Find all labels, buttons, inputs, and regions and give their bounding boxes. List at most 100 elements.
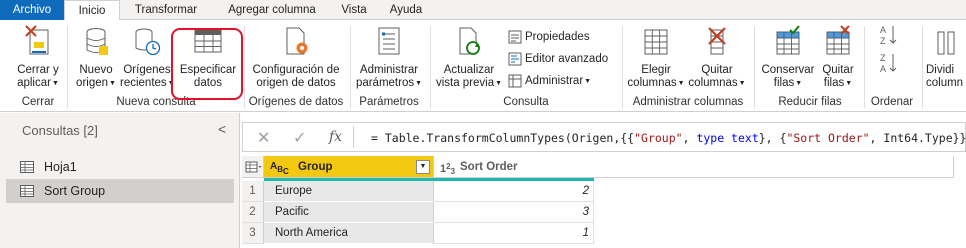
close-apply-button[interactable]: Cerrar y aplicar▼: [14, 24, 62, 94]
cell-group[interactable]: North America: [264, 223, 434, 244]
cell-sort-order[interactable]: 3: [434, 202, 594, 223]
split-column-label-2: column: [926, 77, 964, 89]
cancel-icon[interactable]: ✕: [257, 128, 270, 148]
column-filter-dropdown[interactable]: ▼: [416, 160, 430, 174]
recent-sources-icon: [135, 28, 161, 56]
svg-text:Z: Z: [880, 36, 886, 46]
cell-sort-order[interactable]: 1: [434, 223, 594, 244]
choose-columns-icon: [644, 29, 668, 55]
formula-bar[interactable]: ✕ ✓ fx = Table.TransformColumnTypes(Orig…: [242, 122, 966, 152]
close-apply-label-1: Cerrar y: [17, 64, 59, 76]
cell-sort-order[interactable]: 2: [434, 181, 594, 202]
advanced-editor-icon: [508, 52, 522, 66]
sort-descending-icon: Z A: [880, 53, 897, 74]
row-number: 1: [242, 181, 264, 202]
column-header-sort-order[interactable]: 123 Sort Order: [434, 156, 954, 178]
highlight-annotation: [171, 28, 243, 100]
cell-group[interactable]: Europe: [264, 181, 434, 202]
manage-parameters-label-2: parámetros: [355, 77, 415, 89]
group-label-parameters: Parámetros: [359, 96, 419, 108]
remove-columns-button[interactable]: Quitar columnas▼: [688, 24, 746, 94]
group-label-close: Cerrar: [21, 96, 55, 108]
table-icon: [20, 161, 34, 173]
close-apply-icon: [25, 25, 49, 55]
group-divider: [754, 26, 755, 108]
table-row: 2 Pacific 3: [242, 202, 954, 223]
recent-sources-label-1: Orígenes: [123, 64, 171, 76]
recent-sources-button[interactable]: Orígenes recientes▼: [120, 24, 175, 94]
remove-rows-icon: [826, 25, 850, 55]
data-source-settings-label-2: origen de datos: [256, 77, 336, 89]
row-number: 2: [242, 202, 264, 223]
ribbon: Cerrar y aplicar▼ Cerrar Nuevo origen▼ O…: [0, 20, 966, 112]
group-label-sort: Ordenar: [870, 96, 914, 108]
chevron-down-icon: ▼: [845, 80, 853, 87]
data-source-settings-label-1: Configuración de: [252, 64, 340, 76]
new-source-button[interactable]: Nuevo origen▼: [72, 24, 120, 94]
formula-keyword: type text: [696, 131, 759, 145]
table-icon: [20, 185, 34, 197]
manage-button[interactable]: Administrar▼: [508, 72, 591, 90]
keep-rows-button[interactable]: Conservar filas▼: [758, 24, 818, 94]
chevron-down-icon: ▼: [109, 80, 116, 87]
remove-columns-label-1: Quitar: [701, 64, 733, 76]
manage-parameters-button[interactable]: Administrar parámetros▼: [354, 24, 424, 94]
remove-rows-button[interactable]: Quitar filas▼: [818, 24, 858, 94]
formula-part: ,: [682, 131, 697, 145]
cell-group[interactable]: Pacific: [264, 202, 434, 223]
chevron-down-icon: ▼: [415, 80, 423, 87]
tab-add-column[interactable]: Agregar columna: [216, 0, 328, 20]
group-divider: [864, 26, 865, 108]
tab-view[interactable]: Vista: [332, 0, 376, 20]
data-source-settings-button[interactable]: Configuración de origen de datos: [248, 24, 344, 94]
refresh-preview-label-2: vista previa: [435, 77, 495, 89]
group-divider: [350, 26, 351, 108]
refresh-preview-button[interactable]: Actualizar vista previa▼: [434, 24, 504, 94]
column-header-label: Group: [298, 161, 333, 173]
properties-label: Propiedades: [525, 31, 590, 43]
remove-columns-icon: [708, 27, 726, 55]
formula-string: "Sort Order": [786, 131, 870, 145]
formula-part: }, {: [758, 131, 787, 145]
properties-button[interactable]: Propiedades: [508, 28, 590, 46]
choose-columns-label-1: Elegir: [641, 64, 671, 76]
sort-descending-button[interactable]: Z A: [870, 52, 910, 76]
tab-file[interactable]: Archivo: [0, 0, 64, 20]
tab-home[interactable]: Inicio: [64, 0, 120, 21]
keep-rows-label-2: filas: [773, 77, 795, 89]
remove-rows-label-2: filas: [823, 77, 845, 89]
group-label-query: Consulta: [503, 96, 549, 108]
refresh-preview-label-1: Actualizar: [443, 64, 495, 76]
chevron-down-icon: ▼: [584, 78, 592, 85]
chevron-down-icon: ▼: [495, 80, 503, 87]
confirm-icon[interactable]: ✓: [293, 128, 306, 148]
ribbon-tab-bar: Archivo Inicio Transformar Agregar colum…: [0, 0, 966, 21]
sort-ascending-icon: A Z: [880, 25, 897, 46]
formula-part: , Int64.Type}}): [869, 131, 966, 145]
remove-rows-label-1: Quitar: [822, 64, 854, 76]
queries-pane: Consultas [2] < Hoja1 Sort Group: [0, 113, 240, 248]
svg-text:Z: Z: [880, 53, 886, 63]
group-label-reduce-rows: Reducir filas: [778, 96, 842, 108]
column-header-group[interactable]: ABC Group ▼: [264, 156, 434, 178]
query-item-sort-group[interactable]: Sort Group: [6, 179, 234, 203]
advanced-editor-button[interactable]: Editor avanzado: [508, 50, 608, 68]
row-number: 3: [242, 223, 264, 244]
tab-help[interactable]: Ayuda: [384, 0, 428, 20]
tab-transform[interactable]: Transformar: [124, 0, 208, 20]
table-menu-button[interactable]: [242, 156, 264, 178]
manage-label: Administrar: [525, 75, 584, 87]
collapse-pane-icon[interactable]: <: [218, 121, 226, 137]
function-icon[interactable]: fx: [329, 129, 342, 145]
svg-text:A: A: [880, 64, 886, 74]
choose-columns-button[interactable]: Elegir columnas▼: [626, 24, 686, 94]
chevron-down-icon: ▼: [738, 80, 746, 87]
table-menu-icon: [245, 161, 262, 173]
queries-pane-title: Consultas [2]: [22, 123, 98, 138]
chevron-down-icon: ▼: [677, 80, 685, 87]
query-item-hoja1[interactable]: Hoja1: [6, 155, 234, 179]
group-label-manage-columns: Administrar columnas: [632, 96, 744, 108]
formula-text[interactable]: = Table.TransformColumnTypes(Origen,{{"G…: [371, 131, 966, 145]
svg-text:A: A: [880, 25, 886, 35]
split-column-button[interactable]: Dividi column: [926, 24, 966, 94]
